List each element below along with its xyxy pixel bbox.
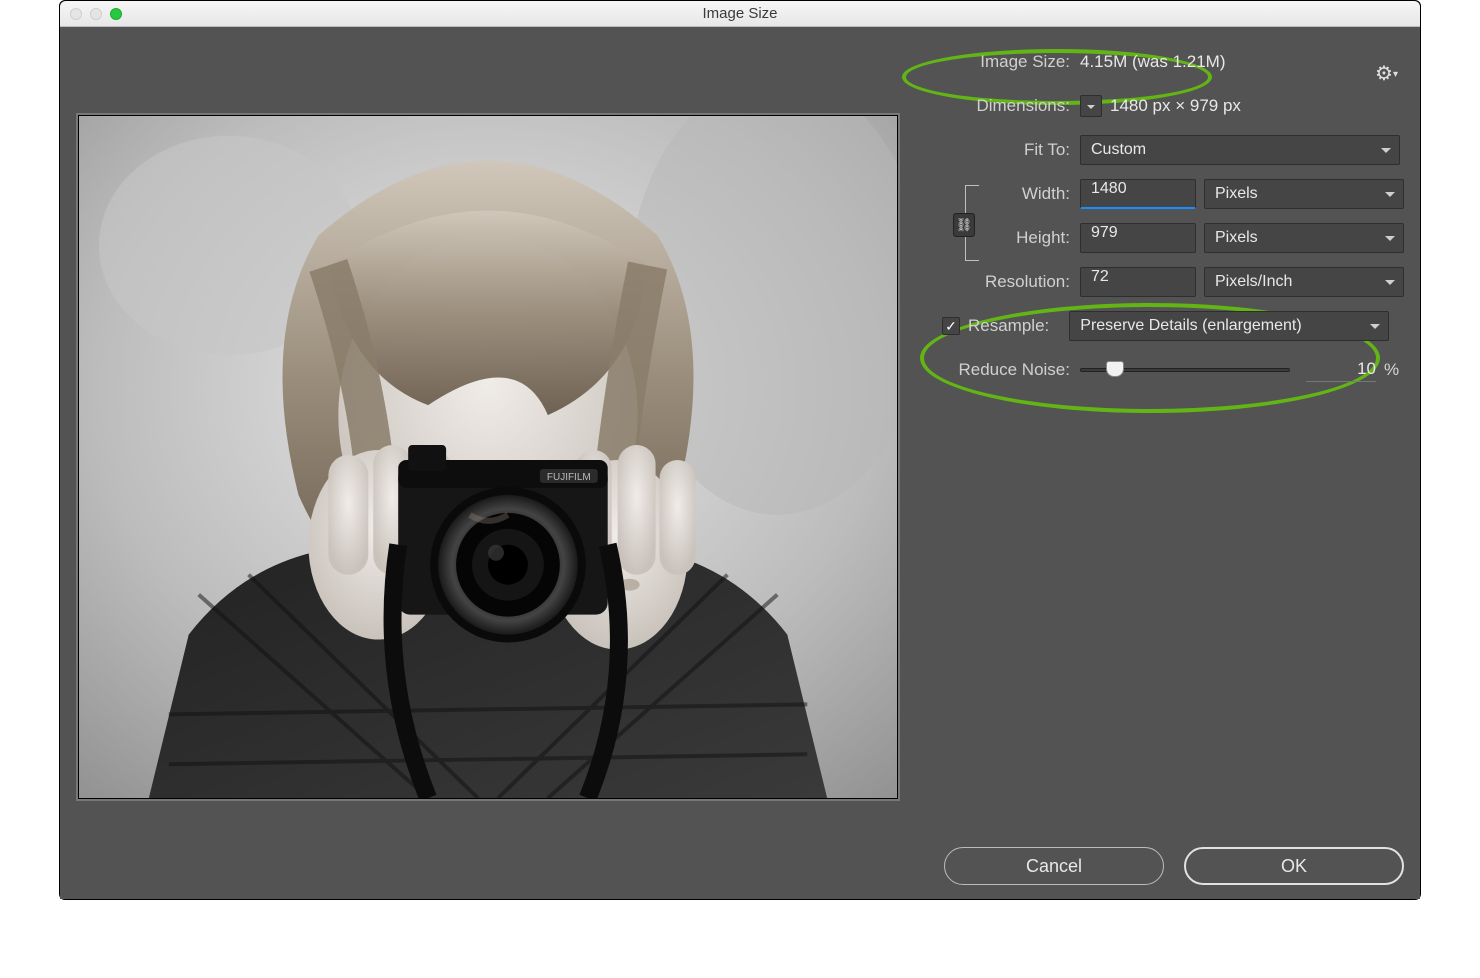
dialog-footer: Cancel OK — [944, 847, 1404, 885]
height-unit-select[interactable]: Pixels — [1204, 223, 1404, 253]
dialog-body: FUJIFILM ⚙▾ Image Size: — [60, 27, 1420, 899]
image-preview[interactable]: FUJIFILM — [78, 115, 898, 799]
resample-checkbox[interactable]: ✓ — [942, 317, 960, 335]
reduce-noise-slider[interactable] — [1080, 368, 1290, 372]
image-size-value: 4.15M (was 1.21M) — [1080, 52, 1226, 72]
ok-button[interactable]: OK — [1184, 847, 1404, 885]
resolution-label: Resolution: — [920, 272, 1070, 292]
window-title: Image Size — [60, 5, 1420, 22]
controls-panel: Image Size: 4.15M (was 1.21M) Dimensions… — [920, 47, 1408, 399]
width-input[interactable]: 1480 — [1080, 179, 1196, 209]
fit-to-label: Fit To: — [920, 140, 1070, 160]
fit-to-select[interactable]: Custom — [1080, 135, 1400, 165]
close-window-button[interactable] — [70, 8, 82, 20]
reduce-noise-label: Reduce Noise: — [920, 360, 1070, 380]
resolution-row: Resolution: 72 Pixels/Inch — [920, 267, 1408, 297]
dimensions-value: 1480 px × 979 px — [1110, 96, 1241, 116]
width-row: Width: 1480 Pixels — [920, 179, 1408, 209]
resample-row: ✓ Resample: Preserve Details (enlargemen… — [920, 311, 1408, 341]
cancel-button[interactable]: Cancel — [944, 847, 1164, 885]
image-size-label: Image Size: — [920, 52, 1070, 72]
slider-thumb[interactable] — [1106, 361, 1124, 377]
dimensions-label: Dimensions: — [920, 96, 1070, 116]
titlebar: Image Size — [60, 1, 1420, 27]
resample-select[interactable]: Preserve Details (enlargement) — [1069, 311, 1389, 341]
resolution-input[interactable]: 72 — [1080, 267, 1196, 297]
percent-symbol: % — [1384, 360, 1399, 380]
reduce-noise-value[interactable]: 10 — [1306, 359, 1376, 382]
resolution-unit-select[interactable]: Pixels/Inch — [1204, 267, 1404, 297]
height-input[interactable]: 979 — [1080, 223, 1196, 253]
width-label: Width: — [920, 184, 1070, 204]
height-row: Height: 979 Pixels — [920, 223, 1408, 253]
dimensions-row: Dimensions: 1480 px × 979 px — [920, 91, 1408, 121]
resample-label: Resample: — [968, 316, 1049, 336]
width-unit-select[interactable]: Pixels — [1204, 179, 1404, 209]
reduce-noise-row: Reduce Noise: 10 % — [920, 355, 1408, 385]
dimensions-unit-dropdown[interactable] — [1080, 95, 1102, 117]
svg-text:FUJIFILM: FUJIFILM — [547, 472, 591, 483]
fit-to-row: Fit To: Custom — [920, 135, 1408, 165]
image-size-dialog: Image Size — [59, 0, 1421, 900]
maximize-window-button[interactable] — [110, 8, 122, 20]
height-label: Height: — [920, 228, 1070, 248]
image-size-row: Image Size: 4.15M (was 1.21M) — [920, 47, 1408, 77]
minimize-window-button[interactable] — [90, 8, 102, 20]
window-controls — [60, 8, 122, 20]
